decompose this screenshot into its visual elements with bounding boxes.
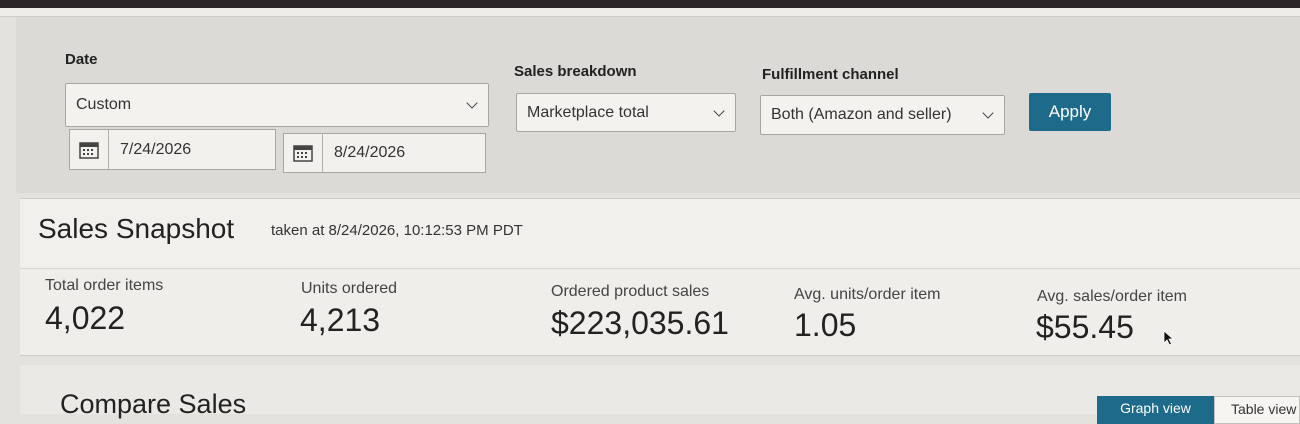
graph-view-button[interactable]: Graph view	[1097, 396, 1214, 424]
table-view-button[interactable]: Table view	[1214, 396, 1300, 424]
chevron-down-icon	[466, 97, 478, 109]
sales-breakdown-select[interactable]: Marketplace total	[516, 93, 736, 132]
top-bar	[0, 0, 1300, 8]
end-date-field[interactable]: 8/24/2026	[283, 133, 486, 173]
chevron-down-icon	[713, 104, 725, 117]
metric-label-ordered-product-sales: Ordered product sales	[551, 283, 710, 300]
metric-value-avg-sales-order-item: $55.45	[1036, 309, 1134, 345]
start-date-field[interactable]: 7/24/2026	[69, 129, 276, 170]
calendar-icon[interactable]	[284, 134, 323, 172]
metric-value-total-order-items: 4,022	[45, 300, 126, 336]
fulfillment-channel-select[interactable]: Both (Amazon and seller)	[760, 95, 1005, 135]
metric-label-avg-sales-order-item: Avg. sales/order item	[1037, 288, 1187, 305]
chevron-down-icon	[982, 107, 994, 119]
calendar-icon[interactable]	[70, 130, 109, 169]
date-label: Date	[65, 51, 98, 68]
fulfillment-channel-label: Fulfillment channel	[762, 66, 899, 83]
metric-label-avg-units-order-item: Avg. units/order item	[794, 286, 941, 303]
apply-button[interactable]: Apply	[1029, 93, 1111, 131]
metric-value-ordered-product-sales: $223,035.61	[551, 305, 729, 341]
sales-snapshot-title: Sales Snapshot	[38, 213, 235, 244]
sales-breakdown-value: Marketplace total	[527, 103, 649, 121]
top-divider	[0, 8, 1300, 17]
end-date-value: 8/24/2026	[334, 144, 406, 161]
snapshot-timestamp: taken at 8/24/2026, 10:12:53 PM PDT	[271, 222, 523, 239]
date-range-value: Custom	[76, 96, 132, 113]
fulfillment-channel-value: Both (Amazon and seller)	[771, 106, 952, 123]
compare-sales-title: Compare Sales	[60, 389, 247, 419]
date-range-select[interactable]: Custom	[65, 83, 489, 127]
metric-label-units-ordered: Units ordered	[301, 280, 398, 297]
metric-value-units-ordered: 4,213	[300, 302, 381, 338]
sales-breakdown-label: Sales breakdown	[514, 63, 637, 80]
start-date-value: 7/24/2026	[120, 140, 192, 158]
metric-label-total-order-items: Total order items	[45, 277, 164, 294]
mouse-cursor-icon	[1163, 330, 1175, 346]
metric-value-avg-units-order-item: 1.05	[794, 307, 857, 343]
